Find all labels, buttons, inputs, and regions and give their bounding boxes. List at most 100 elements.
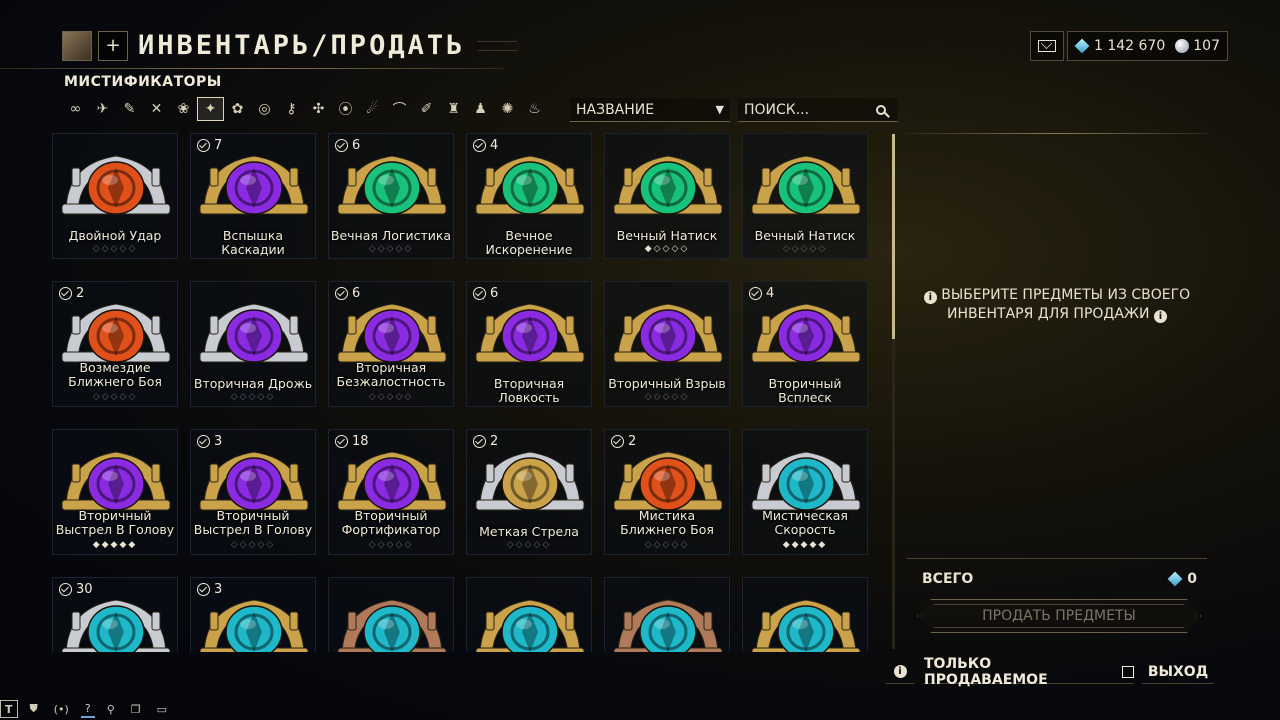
arcane-tile[interactable]: Двойной Удар ◇◇◇◇◇ [52, 133, 178, 259]
arcane-tile[interactable]: 3 Вторичный Выстрел В Голову ◇◇◇◇◇ [190, 429, 316, 555]
arcane-tile[interactable]: 4 Вечное Искоренение ◇◇◇◇◇ [466, 133, 592, 259]
rank-indicator: ◇◇◇◇◇ [506, 540, 552, 550]
arcane-emblem-icon [199, 451, 309, 511]
filter-pawn-icon[interactable]: ♟ [467, 97, 494, 121]
sort-dropdown[interactable]: НАЗВАНИЕ ▼ [570, 98, 730, 122]
arcane-tile[interactable]: 6 Вечная Логистика ◇◇◇◇◇ [328, 133, 454, 259]
mail-icon [1038, 40, 1056, 52]
rank-indicator: ◇◇◇◇◇ [368, 392, 414, 402]
filter-infinity-icon[interactable]: ∞ [62, 97, 89, 121]
rank-indicator: ◇◇◇◇◇ [230, 392, 276, 402]
filter-circle-icon[interactable]: ⦿ [332, 97, 359, 121]
arcane-tile[interactable]: Вечный Натиск ◇◇◇◇◇ [742, 133, 868, 259]
arcane-name: Мистическая Скорость [762, 508, 848, 537]
arcane-emblem-icon [337, 451, 447, 511]
info-button[interactable]: i [886, 660, 914, 684]
arcane-emblem-icon [61, 303, 171, 363]
count-value: 3 [214, 582, 223, 597]
add-button[interactable]: + [98, 30, 128, 61]
filter-feather-icon[interactable]: ✐ [413, 97, 440, 121]
owned-count: 4 [473, 138, 498, 153]
arcane-name: Меткая Стрела [479, 524, 579, 539]
arcane-tile[interactable]: 30 [52, 577, 178, 652]
rank-indicator: ◇◇◇◇◇ [368, 244, 414, 254]
arcane-emblem-icon [475, 303, 585, 363]
filter-key-icon[interactable]: ⚷ [278, 97, 305, 121]
filter-rose-icon[interactable]: ✿ [224, 97, 251, 121]
owned-count: 30 [59, 582, 93, 597]
check-icon [473, 287, 486, 300]
arcane-tile[interactable] [466, 577, 592, 652]
filter-rook-icon[interactable]: ♜ [440, 97, 467, 121]
arcane-tile[interactable]: Мистическая Скорость ◆◆◆◆◆ [742, 429, 868, 555]
inbox-button[interactable] [1030, 31, 1064, 61]
rank-indicator: ◇◇◇◇◇ [644, 540, 690, 550]
filter-fish-icon[interactable]: ✦ [197, 97, 224, 121]
panel-divider [907, 133, 1207, 134]
arcane-tile[interactable] [604, 577, 730, 652]
arcane-emblem-icon [475, 451, 585, 511]
owned-count: 7 [197, 138, 222, 153]
check-icon [197, 583, 210, 596]
sell-items-button[interactable]: ПРОДАТЬ ПРЕДМЕТЫ [917, 599, 1201, 633]
filter-sun-icon[interactable]: ✺ [494, 97, 521, 121]
minimize-icon[interactable]: ▭ [153, 700, 171, 718]
clan-icon[interactable]: ⛊ [26, 700, 42, 718]
arcane-tile[interactable]: 2 Меткая Стрела ◇◇◇◇◇ [466, 429, 592, 555]
alliance-icon[interactable]: (•) [50, 700, 73, 718]
rank-indicator: ◆◆◆◆◆ [782, 540, 828, 550]
info-icon: i [893, 665, 907, 678]
trade-icon[interactable]: ❐ [127, 700, 145, 718]
arcane-name: Вторичный Взрыв [608, 376, 726, 391]
filter-star-icon[interactable]: ✣ [305, 97, 332, 121]
rank-indicator: ◇◇◇◇◇ [644, 392, 690, 402]
count-value: 3 [214, 434, 223, 449]
arcane-tile[interactable]: 7 Вспышка Каскадии ◇◇◇◇◇ [190, 133, 316, 259]
arcane-tile[interactable]: 2 Мистика Ближнего Боя ◇◇◇◇◇ [604, 429, 730, 555]
arcane-emblem-icon [751, 155, 861, 215]
arcane-tile[interactable]: 6 Вторичная Ловкость ◇◇◇◇◇ [466, 281, 592, 407]
platinum-amount: 1 142 670 [1094, 38, 1166, 54]
arcane-tile[interactable] [742, 577, 868, 652]
scrollbar-thumb[interactable] [892, 134, 895, 339]
filter-comet-icon[interactable]: ☄ [359, 97, 386, 121]
checkbox[interactable] [1122, 665, 1134, 678]
total-value-group: 0 [1167, 571, 1197, 587]
search-chat-icon[interactable]: ⚲ [103, 700, 119, 718]
total-row: ВСЕГО 0 [907, 558, 1207, 598]
category-label: МИСТИФИКАТОРЫ [64, 74, 222, 90]
filter-pen-icon[interactable]: ✎ [116, 97, 143, 121]
filter-flower-icon[interactable]: ❀ [170, 97, 197, 121]
filter-cross-icon[interactable]: ✕ [143, 97, 170, 121]
sort-label: НАЗВАНИЕ [576, 101, 655, 118]
arcane-tile[interactable]: Вторичный Взрыв ◇◇◇◇◇ [604, 281, 730, 407]
arcane-tile[interactable]: 18 Вторичный Фортификатор ◇◇◇◇◇ [328, 429, 454, 555]
arcane-tile[interactable]: 3 [190, 577, 316, 652]
sellable-only-toggle[interactable]: ТОЛЬКО ПРОДАВАЕМОЕ [924, 656, 1134, 688]
arcane-tile[interactable]: Вечный Натиск ◆◇◇◇◇ [604, 133, 730, 259]
arcane-emblem-icon [613, 599, 723, 652]
arcane-tile[interactable]: Вторичный Выстрел В Голову ◆◆◆◆◆ [52, 429, 178, 555]
arcane-tile[interactable]: 2 Возмездие Ближнего Боя ◇◇◇◇◇ [52, 281, 178, 407]
text-chat-tab[interactable]: T [0, 700, 18, 718]
platinum-icon [1167, 571, 1183, 586]
exit-button[interactable]: ВЫХОД [1142, 660, 1214, 684]
filter-arc-icon[interactable]: ⌒ [386, 97, 413, 121]
arcane-emblem-icon [199, 599, 309, 652]
filter-target-icon[interactable]: ◎ [251, 97, 278, 121]
filter-steam-icon[interactable]: ♨ [521, 97, 548, 121]
arcane-emblem-icon [475, 599, 585, 652]
count-value: 7 [214, 138, 223, 153]
arcane-tile[interactable]: Вторичная Дрожь ◇◇◇◇◇ [190, 281, 316, 407]
arcane-tile[interactable]: 6 Вторичная Безжалостность ◇◇◇◇◇ [328, 281, 454, 407]
profile-avatar[interactable] [62, 30, 92, 61]
arcane-tile[interactable] [328, 577, 454, 652]
help-icon[interactable]: ? [80, 700, 95, 718]
filter-archwing-icon[interactable]: ✈ [89, 97, 116, 121]
arcane-emblem-icon [337, 303, 447, 363]
owned-count: 2 [59, 286, 84, 301]
search-input[interactable] [744, 101, 872, 118]
search-icon[interactable] [876, 104, 886, 115]
arcane-name: Вторичный Выстрел В Голову [55, 508, 175, 537]
arcane-tile[interactable]: 4 Вторичный Всплеск ◇◇◇◇◇ [742, 281, 868, 407]
